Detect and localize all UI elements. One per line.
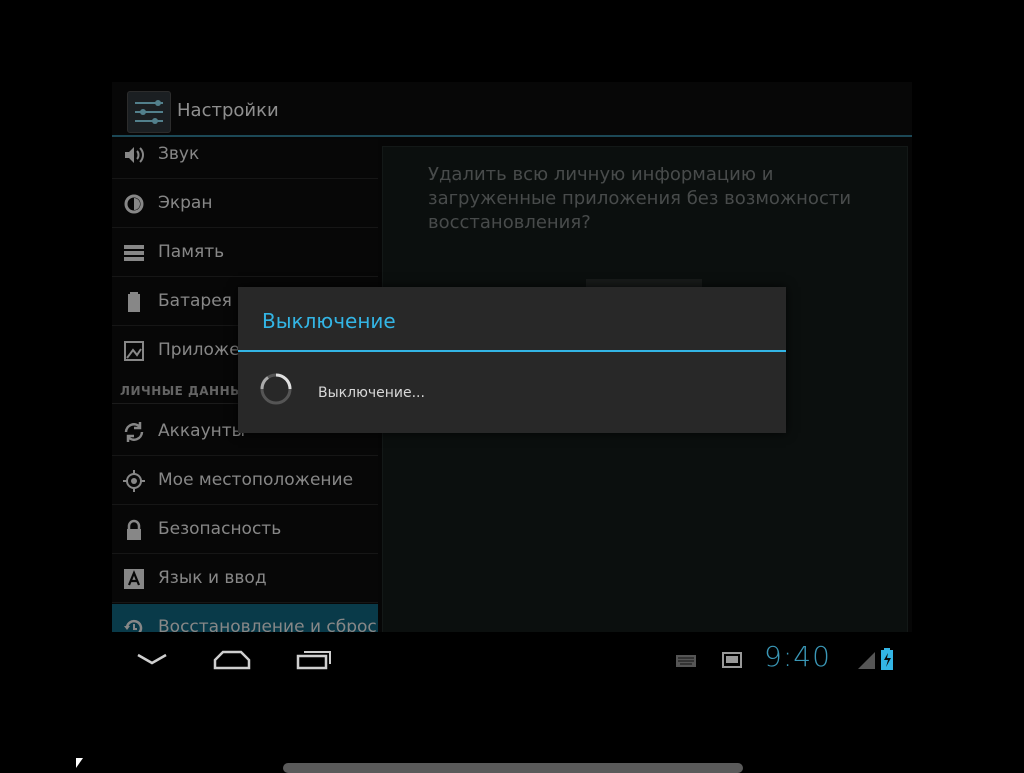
dialog-title: Выключение: [262, 309, 396, 333]
bottom-edge: [283, 763, 743, 773]
screenshot-icon: [722, 652, 742, 668]
system-nav-bar: 9:40: [112, 632, 912, 688]
dialog-title-divider: [238, 350, 786, 352]
shutdown-dialog: Выключение Выключение...: [238, 287, 786, 433]
dialog-message: Выключение...: [318, 385, 425, 401]
recent-apps-icon[interactable]: [296, 648, 332, 670]
mouse-cursor-icon: [76, 758, 83, 768]
spinner-icon: [260, 373, 292, 405]
keyboard-icon: [676, 655, 696, 667]
status-clock: 9:40: [764, 640, 831, 673]
back-icon[interactable]: [136, 652, 168, 666]
signal-icon: [858, 652, 875, 669]
battery-charging-icon: [881, 648, 893, 670]
home-icon[interactable]: [213, 648, 251, 670]
tablet-screen: Настройки Звук Экран Память Батарея Прил…: [112, 82, 912, 688]
